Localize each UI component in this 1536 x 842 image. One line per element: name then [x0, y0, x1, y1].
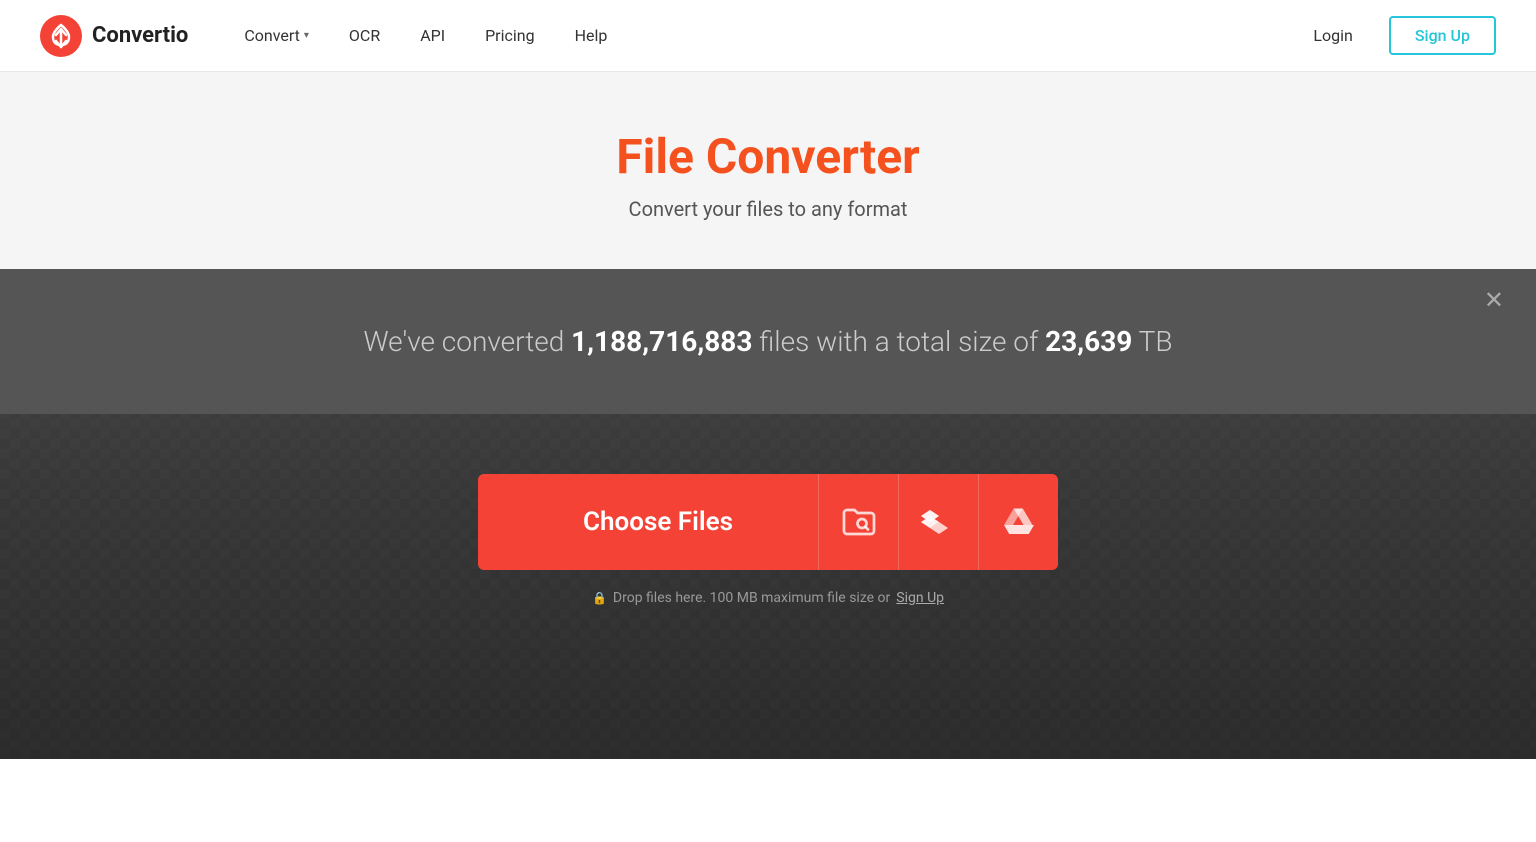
close-button[interactable]: ✕ — [1484, 289, 1504, 313]
google-drive-icon-button[interactable] — [978, 474, 1058, 570]
upload-area: Choose Files — [0, 414, 1536, 646]
drop-info: 🔒 Drop files here. 100 MB maximum file s… — [592, 590, 944, 606]
choose-files-button[interactable]: Choose Files — [478, 474, 1058, 570]
page-title: File Converter — [40, 128, 1496, 185]
main-section: ✕ We've converted 1,188,716,883 files wi… — [0, 269, 1536, 759]
size-count: 23,639 — [1045, 325, 1132, 358]
header: Convertio Convert ▾ OCR API Pricing Help… — [0, 0, 1536, 72]
google-drive-icon — [1001, 504, 1037, 540]
folder-search-icon — [841, 504, 877, 540]
nav-item-help[interactable]: Help — [559, 18, 624, 53]
stats-text: We've converted 1,188,716,883 files with… — [40, 325, 1496, 358]
files-count: 1,188,716,883 — [571, 325, 752, 358]
dropbox-icon-button[interactable] — [898, 474, 978, 570]
nav-item-convert[interactable]: Convert ▾ — [228, 18, 325, 53]
logo-text: Convertio — [92, 23, 188, 48]
choose-files-label: Choose Files — [478, 507, 818, 537]
lock-icon: 🔒 — [592, 591, 607, 605]
nav-item-api[interactable]: API — [404, 18, 461, 53]
logo-icon — [40, 15, 82, 57]
stats-band: We've converted 1,188,716,883 files with… — [0, 269, 1536, 414]
nav-item-ocr[interactable]: OCR — [333, 18, 396, 53]
login-button[interactable]: Login — [1297, 18, 1368, 53]
dropbox-icon — [921, 504, 957, 540]
nav-item-pricing[interactable]: Pricing — [469, 18, 551, 53]
hero-subtitle: Convert your files to any format — [40, 197, 1496, 221]
local-file-icon-button[interactable] — [818, 474, 898, 570]
logo-link[interactable]: Convertio — [40, 15, 188, 57]
signup-link[interactable]: Sign Up — [896, 590, 944, 606]
signup-button[interactable]: Sign Up — [1389, 16, 1496, 55]
hero-section: File Converter Convert your files to any… — [0, 72, 1536, 269]
chevron-down-icon: ▾ — [304, 30, 309, 41]
header-actions: Login Sign Up — [1297, 16, 1496, 55]
main-nav: Convert ▾ OCR API Pricing Help — [228, 18, 1297, 53]
